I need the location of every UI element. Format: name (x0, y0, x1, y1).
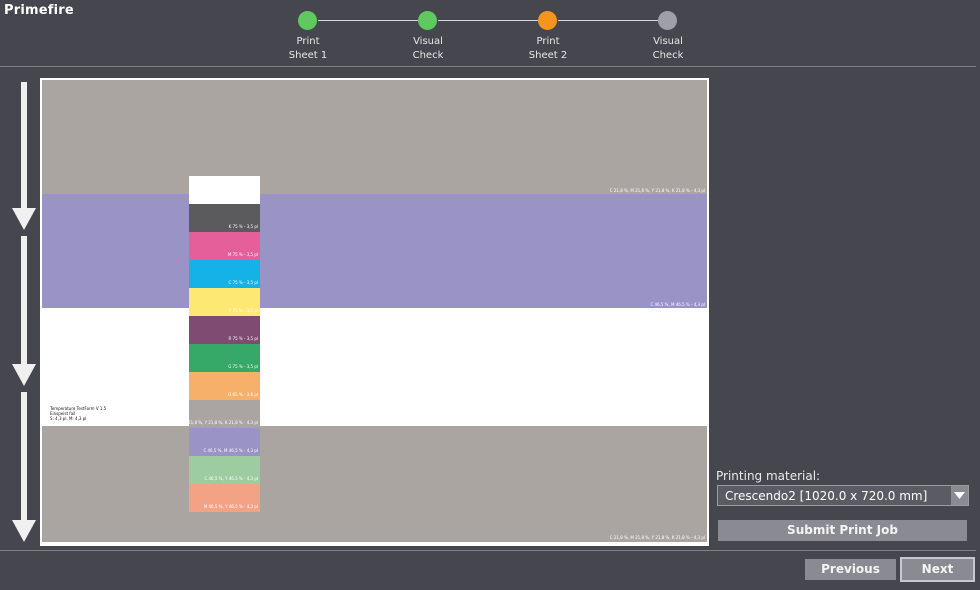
white-band (42, 308, 707, 426)
step-1-label: Print Sheet 1 (288, 36, 328, 61)
print-sheet-preview: C 21,8 %, M 21,8 %, Y 21,8 %, K 21,8 % -… (40, 78, 709, 546)
previous-button[interactable]: Previous (805, 559, 896, 580)
swatch-white (189, 176, 260, 204)
swatch-light-green: C 46,5 %, Y 46,5 % - 4,3 pl (189, 456, 260, 484)
next-button[interactable]: Next (900, 557, 975, 582)
swatch-salmon: M 46,5 %, Y 46,5 % - 4,3 pl (189, 484, 260, 512)
swatch-orange: O 65 % - 3,6 pl (189, 372, 260, 400)
test-form-info: Temperature TestForm V 1.5 Einspeist fai… (50, 406, 107, 421)
step-3-label: Print Sheet 2 (528, 36, 568, 61)
gray-band: C 21,8 %, M 21,8 %, Y 21,8 %, K 21,8 % -… (42, 80, 707, 194)
feed-arrow-icon (12, 236, 36, 386)
printing-material-value: Crescendo2 [1020.0 x 720.0 mm] (725, 489, 928, 503)
band-label: C 21,8 %, M 21,8 %, Y 21,8 %, K 21,8 % -… (609, 535, 705, 540)
feed-arrow-icon (12, 82, 36, 230)
step-connector (558, 20, 658, 21)
swatch-black: K 75 % - 3,5 pl (189, 204, 260, 232)
swatch-violet: C 46,5 %, M 46,5 % - 4,3 pl (189, 428, 260, 456)
step-4-dot (658, 11, 677, 30)
printing-material-select[interactable]: Crescendo2 [1020.0 x 720.0 mm] (717, 485, 969, 506)
swatch-yellow: Y 75 % - 3,5 pl (189, 288, 260, 316)
progress-stepper: Print Sheet 1 Visual Check Print Sheet 2 Vi… (0, 0, 980, 66)
swatch-cyan: C 75 % - 3,5 pl (189, 260, 260, 288)
band-label: C 21,8 %, M 21,8 %, Y 21,8 %, K 21,8 % -… (609, 188, 705, 193)
header-divider (0, 66, 976, 67)
feed-arrow-icon (12, 392, 36, 542)
step-connector (318, 20, 418, 21)
color-swatch-strip: K 75 % - 3,5 pl M 75 % - 3,5 pl C 75 % -… (163, 176, 260, 512)
step-2-dot (418, 11, 437, 30)
dropdown-button[interactable] (951, 486, 968, 505)
submit-print-job-button[interactable]: Submit Print Job (718, 520, 967, 541)
step-4-label: Visual Check (652, 36, 684, 61)
step-1-dot (298, 11, 317, 30)
chevron-down-icon (954, 492, 965, 499)
printing-material-label: Printing material: (716, 469, 821, 483)
swatch-gray: C 21,8 %, M 21,8 %, Y 21,8 %, K 21,8 % -… (163, 400, 260, 428)
step-connector (438, 20, 538, 21)
swatch-red: R 75 % - 3,5 pl (189, 316, 260, 344)
violet-band: C 46,5 %, M 46,5 % - 4,3 pl (42, 194, 707, 308)
gray-band: C 21,8 %, M 21,8 %, Y 21,8 %, K 21,8 % -… (42, 426, 707, 542)
step-2-label: Visual Check (412, 36, 444, 61)
swatch-magenta: M 75 % - 3,5 pl (189, 232, 260, 260)
footer-divider (0, 550, 976, 551)
step-3-dot (538, 11, 557, 30)
band-label: C 46,5 %, M 46,5 % - 4,3 pl (650, 302, 705, 307)
swatch-green: G 75 % - 3,5 pl (189, 344, 260, 372)
